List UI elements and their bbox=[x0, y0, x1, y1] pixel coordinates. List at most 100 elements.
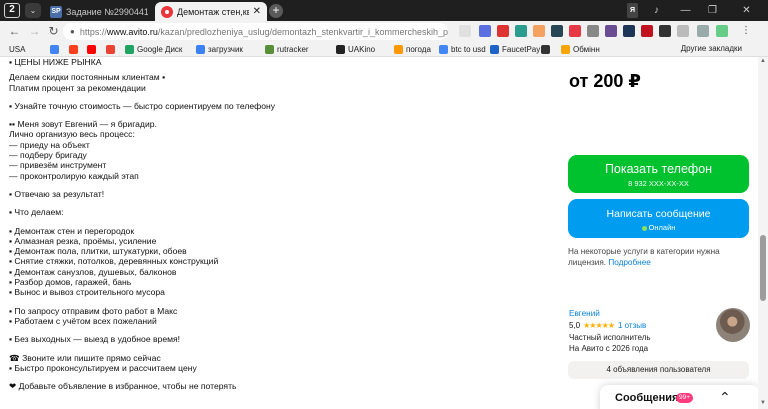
seller-avatar[interactable] bbox=[716, 308, 750, 342]
notifications-icon[interactable]: ♪ bbox=[649, 3, 664, 18]
seller-name[interactable]: Евгений bbox=[569, 309, 600, 318]
messages-widget[interactable]: Сообщения 99+ ⌃ bbox=[600, 385, 760, 409]
reload-icon[interactable]: ↻ bbox=[46, 24, 61, 39]
bookmark-item[interactable]: погода bbox=[394, 44, 431, 55]
bookmark-item[interactable]: Обмінн bbox=[561, 44, 600, 55]
bookmark-item[interactable] bbox=[50, 44, 62, 55]
user-ads-button[interactable]: 4 объявления пользователя bbox=[568, 361, 749, 379]
description-line: ▪ ЦЕНЫ НИЖЕ РЫНКА bbox=[9, 57, 102, 67]
bookmark-item[interactable] bbox=[69, 44, 81, 55]
bookmark-item[interactable]: Google Диск bbox=[125, 44, 182, 55]
extension-icon[interactable] bbox=[605, 25, 617, 37]
yandex-icon bbox=[69, 45, 78, 54]
description-line: — подберу бригаду bbox=[9, 150, 87, 161]
more-link[interactable]: Подробнее bbox=[608, 258, 650, 267]
download-icon bbox=[196, 45, 205, 54]
description-line: ▪ Демонтаж санузлов, душевых, балконов bbox=[9, 266, 177, 277]
scroll-down-icon[interactable]: ▼ bbox=[759, 400, 767, 406]
scroll-up-icon[interactable]: ▲ bbox=[759, 58, 767, 64]
other-bookmarks[interactable]: Другие закладки bbox=[681, 44, 742, 53]
extension-icon[interactable] bbox=[551, 25, 563, 37]
bookmark-label: UAKino bbox=[348, 45, 376, 54]
google-icon bbox=[50, 45, 59, 54]
download-icon[interactable] bbox=[716, 25, 728, 37]
extension-icon[interactable] bbox=[659, 25, 671, 37]
bookmark-label: Обмінн bbox=[573, 45, 600, 54]
back-icon[interactable]: ← bbox=[7, 24, 22, 39]
drive-icon bbox=[125, 45, 134, 54]
extension-icon[interactable] bbox=[623, 25, 635, 37]
bookmark-label: rutracker bbox=[277, 45, 309, 54]
youtube-icon bbox=[87, 45, 96, 54]
bookmark-item[interactable]: btc to usd bbox=[439, 44, 486, 55]
description-line: ▪ Работаем с учётом всех пожеланий bbox=[9, 315, 157, 326]
extension-icon[interactable] bbox=[515, 25, 527, 37]
description-line: ▪ Разбор домов, гаражей, бань bbox=[9, 277, 132, 288]
bookmark-item[interactable] bbox=[87, 44, 99, 55]
yandex-browser-icon[interactable]: Я bbox=[627, 3, 638, 18]
listing-description: ▪ ЦЕНЫ НИЖЕ РЫНКА Делаем скидки постоянны… bbox=[9, 57, 549, 391]
description-line: Делаем скидки постоянным клиентам ▪ bbox=[9, 72, 166, 83]
translate-icon[interactable] bbox=[459, 25, 471, 37]
seller-since: На Авито с 2026 года bbox=[569, 344, 649, 353]
description-line: ▪ Узнайте точную стоимость — быстро сори… bbox=[9, 100, 276, 111]
address-bar[interactable]: ● https:// www.avito.ru /kazan/predlozhe… bbox=[63, 23, 448, 40]
extension-icon[interactable] bbox=[479, 25, 491, 37]
write-message-button[interactable]: Написать сообщение Онлайн bbox=[568, 199, 749, 238]
bookmark-item[interactable] bbox=[541, 44, 553, 55]
bookmark-item[interactable]: rutracker bbox=[265, 44, 309, 55]
bookmark-item[interactable]: загрузчик bbox=[196, 44, 243, 55]
close-tab-icon[interactable]: ✕ bbox=[253, 6, 261, 17]
tab-task[interactable]: SP Задание №2990441 · про bbox=[44, 2, 154, 21]
rutracker-icon bbox=[265, 45, 274, 54]
extensions-puzzle-icon[interactable] bbox=[677, 25, 689, 37]
online-status: Онлайн bbox=[568, 223, 749, 232]
description-line: — проконтролирую каждый этап bbox=[9, 170, 139, 181]
forward-icon[interactable]: → bbox=[27, 24, 42, 39]
bookmark-item[interactable]: UAKino bbox=[336, 44, 375, 55]
scrollbar[interactable]: ▲ ▼ bbox=[758, 57, 768, 409]
rating-value: 5,0 bbox=[569, 321, 581, 330]
faucetpay-icon bbox=[490, 45, 499, 54]
bookmark-item[interactable]: FaucetPay bbox=[490, 44, 540, 55]
bookmark-label: загрузчик bbox=[208, 45, 243, 54]
reviews-link[interactable]: 1 отзыв bbox=[618, 321, 646, 330]
close-window-icon[interactable]: ✕ bbox=[739, 3, 754, 18]
extension-icon[interactable] bbox=[569, 25, 581, 37]
description-line: Платим процент за рекомендации bbox=[9, 82, 146, 93]
chevron-up-icon[interactable]: ⌃ bbox=[719, 389, 731, 406]
url-protocol: https:// bbox=[79, 26, 107, 37]
tab-avito[interactable]: Демонтаж стен,кварти ✕ bbox=[155, 2, 267, 21]
bookmark-item[interactable]: USA bbox=[9, 44, 25, 55]
seller-rating: 5,0 ★★★★★ 1 отзыв bbox=[569, 321, 646, 330]
tab-list-chevron-icon[interactable]: ⌄ bbox=[25, 3, 41, 18]
minimize-icon[interactable]: — bbox=[678, 3, 693, 18]
phone-preview: 8 932 XXX-XX-XX bbox=[628, 179, 689, 188]
show-phone-button[interactable]: Показать телефон 8 932 XXX-XX-XX bbox=[568, 155, 749, 193]
extension-icon[interactable] bbox=[533, 25, 545, 37]
tab-strip: 2 ⌄ SP Задание №2990441 · про Демонтаж с… bbox=[0, 0, 768, 21]
scroll-thumb[interactable] bbox=[760, 235, 766, 301]
tab-favicon-icon: SP bbox=[50, 5, 62, 18]
address-toolbar: ← → ↻ ● https:// www.avito.ru /kazan/pre… bbox=[0, 21, 768, 42]
description-line: ▪ Снятие стяжки, потолков, деревянных ко… bbox=[9, 256, 219, 267]
extension-icon[interactable] bbox=[497, 25, 509, 37]
tab-count-icon[interactable]: 2 bbox=[4, 3, 20, 18]
write-message-label: Написать сообщение bbox=[606, 208, 711, 220]
google-icon bbox=[439, 45, 448, 54]
bookmark-item[interactable] bbox=[106, 44, 118, 55]
menu-icon[interactable]: ⋮ bbox=[740, 25, 752, 37]
lock-icon: ● bbox=[70, 27, 75, 36]
extension-icon[interactable] bbox=[587, 25, 599, 37]
price: от 200 ₽ bbox=[569, 71, 641, 91]
restore-icon[interactable]: ❐ bbox=[705, 3, 720, 18]
extension-icon[interactable] bbox=[641, 25, 653, 37]
new-tab-icon[interactable]: + bbox=[269, 4, 283, 18]
weather-icon bbox=[394, 45, 403, 54]
profile-icon[interactable] bbox=[697, 25, 709, 37]
bookmarks-bar: Другие закладки USA Google Диск загрузчик r… bbox=[0, 42, 768, 57]
description-line: Лично организую весь процесс: bbox=[9, 129, 135, 140]
